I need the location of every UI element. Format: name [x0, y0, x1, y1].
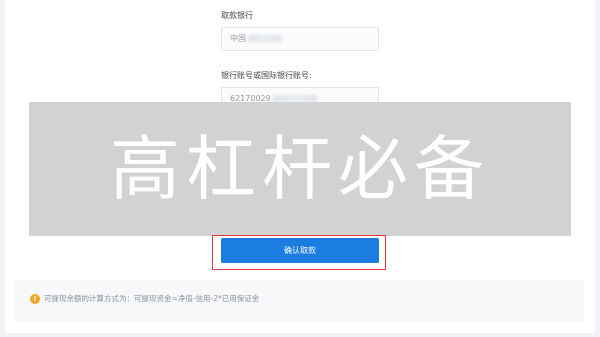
bank-label: 取款银行	[221, 11, 253, 20]
notice-text: 可提现余额的计算方式为：可提现资金=净值-信用-2*已用保证金	[44, 294, 260, 303]
notice-bar: ! 可提现余额的计算方式为：可提现资金=净值-信用-2*已用保证金	[14, 280, 584, 322]
masked-text	[272, 95, 317, 102]
bank-value: 中国	[230, 34, 246, 43]
watermark-banner: 高杠杆必备	[29, 102, 571, 236]
masked-text	[248, 35, 282, 42]
account-label: 银行账号或国际银行账号:	[221, 71, 312, 80]
bank-field[interactable]: 中国	[221, 27, 379, 51]
warning-icon: !	[30, 294, 40, 304]
watermark-text: 高杠杆必备	[110, 128, 490, 210]
confirm-withdraw-button[interactable]: 确认取款	[221, 238, 379, 263]
